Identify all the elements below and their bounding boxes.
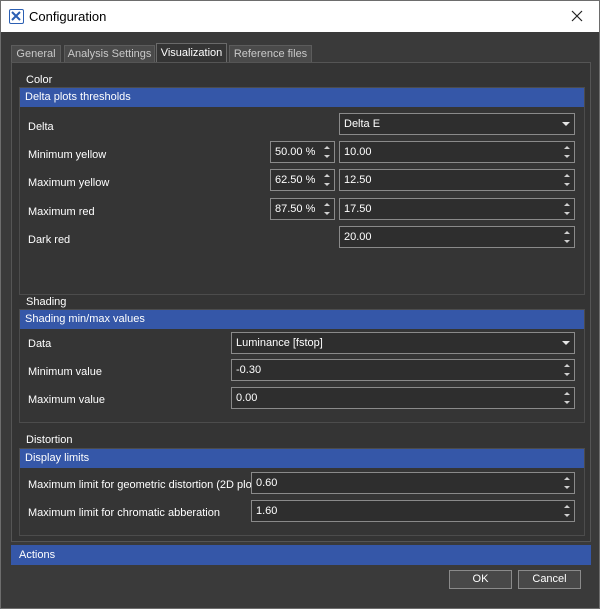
spin-arrows-icon[interactable] — [561, 171, 573, 189]
minimum-value: -0.30 — [236, 364, 262, 376]
shading-min-max-header: Shading min/max values — [20, 310, 584, 329]
maximum-value: 0.00 — [236, 392, 258, 404]
ok-button[interactable]: OK — [449, 570, 512, 589]
maximum-red-percent-spinbox[interactable]: 87.50 % — [270, 198, 335, 220]
visualization-panel: Color Delta plots thresholds Delta Delta… — [11, 62, 591, 542]
minimum-value-spinbox[interactable]: -0.30 — [231, 359, 575, 381]
dark-red-value: 20.00 — [344, 231, 372, 243]
actions-header: Actions — [11, 545, 591, 565]
shading-data-value: Luminance [fstop] — [236, 337, 323, 349]
maximum-red-label: Maximum red — [28, 206, 95, 218]
minimum-yellow-label: Minimum yellow — [28, 149, 107, 161]
spin-arrows-icon[interactable] — [321, 200, 333, 218]
spin-arrows-icon[interactable] — [561, 502, 573, 520]
section-distortion-label: Distortion — [20, 433, 79, 447]
data-label: Data — [28, 338, 52, 350]
chromatic-aberration-value: 1.60 — [256, 505, 278, 517]
maximum-yellow-label: Maximum yellow — [28, 177, 110, 189]
delta-plots-thresholds-header: Delta plots thresholds — [20, 88, 584, 107]
tab-analysis-settings[interactable]: Analysis Settings — [64, 45, 155, 63]
maximum-yellow-value: 12.50 — [344, 174, 372, 186]
chevron-down-icon — [562, 341, 570, 345]
chromatic-aberration-spinbox[interactable]: 1.60 — [251, 500, 575, 522]
color-group: Delta plots thresholds Delta Delta E Min… — [19, 87, 585, 295]
spin-arrows-icon[interactable] — [321, 143, 333, 161]
spin-arrows-icon[interactable] — [561, 200, 573, 218]
title-bar: Configuration — [1, 1, 599, 32]
maximum-yellow-percent-spinbox[interactable]: 62.50 % — [270, 169, 335, 191]
maximum-yellow-value-spinbox[interactable]: 12.50 — [339, 169, 575, 191]
spin-arrows-icon[interactable] — [561, 143, 573, 161]
shading-data-combobox[interactable]: Luminance [fstop] — [231, 332, 575, 354]
close-icon[interactable] — [555, 1, 599, 31]
spin-arrows-icon[interactable] — [561, 361, 573, 379]
display-limits-header: Display limits — [20, 449, 584, 468]
tab-general[interactable]: General — [11, 45, 61, 63]
geometric-distortion-label: Maximum limit for geometric distortion (… — [28, 479, 259, 491]
shading-group: Shading min/max values Data Luminance [f… — [19, 309, 585, 423]
tab-reference-files[interactable]: Reference files — [229, 45, 312, 63]
maximum-yellow-percent-value: 62.50 % — [275, 174, 316, 186]
cancel-button[interactable]: Cancel — [518, 570, 581, 589]
delta-combobox-value: Delta E — [344, 118, 381, 130]
maximum-value-label: Maximum value — [28, 394, 106, 406]
maximum-red-value-spinbox[interactable]: 17.50 — [339, 198, 575, 220]
app-logo-icon — [9, 9, 24, 24]
chevron-down-icon — [562, 122, 570, 126]
tab-visualization[interactable]: Visualization — [156, 43, 227, 64]
chromatic-aberration-label: Maximum limit for chromatic abberation — [28, 507, 220, 519]
minimum-yellow-percent-spinbox[interactable]: 50.00 % — [270, 141, 335, 163]
geometric-distortion-spinbox[interactable]: 0.60 — [251, 472, 575, 494]
minimum-value-label: Minimum value — [28, 366, 102, 378]
dark-red-label: Dark red — [28, 234, 71, 246]
maximum-value-spinbox[interactable]: 0.00 — [231, 387, 575, 409]
minimum-yellow-value-spinbox[interactable]: 10.00 — [339, 141, 575, 163]
configuration-window: Configuration General Analysis Settings … — [0, 0, 600, 609]
delta-combobox[interactable]: Delta E — [339, 113, 575, 135]
spin-arrows-icon[interactable] — [561, 389, 573, 407]
window-title: Configuration — [29, 9, 107, 24]
minimum-yellow-percent-value: 50.00 % — [275, 146, 316, 158]
minimum-yellow-value: 10.00 — [344, 146, 372, 158]
spin-arrows-icon[interactable] — [321, 171, 333, 189]
section-color-label: Color — [20, 73, 59, 87]
dark-red-value-spinbox[interactable]: 20.00 — [339, 226, 575, 248]
distortion-group: Display limits Maximum limit for geometr… — [19, 448, 585, 536]
spin-arrows-icon[interactable] — [561, 228, 573, 246]
delta-label: Delta — [28, 121, 54, 133]
section-shading-label: Shading — [20, 295, 73, 309]
maximum-red-percent-value: 87.50 % — [275, 203, 316, 215]
dialog-content: General Analysis Settings Visualization … — [1, 32, 599, 608]
spin-arrows-icon[interactable] — [561, 474, 573, 492]
maximum-red-value: 17.50 — [344, 203, 372, 215]
geometric-distortion-value: 0.60 — [256, 477, 278, 489]
